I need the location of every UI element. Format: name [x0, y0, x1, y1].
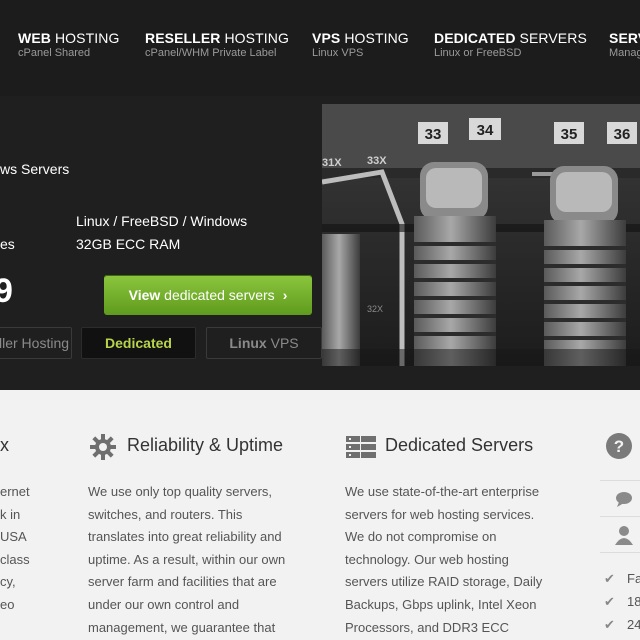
nav-subtitle: Linux or FreeBSD: [434, 47, 522, 59]
check-icon: ✔: [604, 594, 615, 609]
server-stack-icon: [346, 436, 376, 458]
feature-title-reliability: Reliability & Uptime: [127, 435, 284, 455]
hero-heading: ws Servers: [0, 161, 70, 177]
top-navigation: WEB HOSTING cPanel Shared RESELLER HOSTI…: [0, 0, 640, 96]
nav-item-web-hosting[interactable]: WEB HOSTING cPanel Shared: [18, 30, 119, 59]
nav-title: WEB HOSTING: [18, 30, 120, 46]
nav-subtitle: cPanel/WHM Private Label: [145, 47, 277, 59]
spec-os-value: Linux / FreeBSD / Windows: [76, 213, 248, 229]
svg-text:35: 35: [561, 126, 578, 143]
nav-subtitle: Linux VPS: [312, 47, 364, 59]
tab-dedicated[interactable]: Dedicated: [81, 327, 196, 359]
svg-text:36: 36: [614, 126, 631, 143]
nav-item-reseller-hosting[interactable]: RESELLER HOSTING cPanel/WHM Private Labe…: [145, 30, 289, 59]
server-cables-photo: 33 34 35 36 31X 33X 32X: [322, 104, 640, 366]
chat-bubble-icon: [616, 492, 632, 507]
port-code: 32X: [367, 304, 383, 314]
nav-subtitle: cPanel Shared: [18, 47, 91, 59]
question-circle-icon: ?: [606, 433, 632, 459]
ethernet-plug: [414, 162, 496, 366]
check-item: Fa: [627, 571, 640, 586]
view-dedicated-servers-button[interactable]: View dedicated servers ›: [104, 275, 312, 315]
nav-item-services[interactable]: SERV Manag: [609, 30, 640, 59]
spec-ram-value: 32GB ECC RAM: [76, 236, 181, 252]
nav-title: DEDICATED SERVERS: [434, 30, 587, 46]
spec-label: es: [0, 236, 15, 252]
nav-title: RESELLER HOSTING: [145, 30, 289, 46]
port-label: 36: [607, 122, 637, 144]
nav-title: VPS HOSTING: [312, 30, 409, 46]
feature-title: x: [0, 435, 9, 455]
hero-banner: ws Servers Linux / FreeBSD / Windows es …: [0, 96, 640, 390]
port-label: 34: [469, 118, 501, 140]
nav-title: SERV: [609, 30, 640, 46]
support-row-user[interactable]: [600, 516, 640, 552]
chevron-right-icon: ›: [282, 287, 288, 303]
svg-text:33: 33: [425, 126, 442, 143]
features-section: x ernet k in USA class cy, eo Reliabilit…: [0, 390, 640, 640]
port-label: 33: [418, 122, 448, 144]
check-icon: ✔: [604, 617, 615, 632]
check-item: 18: [627, 594, 640, 609]
price: 9: [0, 272, 13, 310]
check-item: 24: [627, 617, 640, 632]
nav-subtitle: Manag: [609, 47, 640, 59]
feature-text-reliability: We use only top quality servers, switche…: [88, 484, 286, 635]
support-row-chat[interactable]: [600, 480, 640, 516]
feature-text-dedicated: We use state-of-the-art enterprise serve…: [345, 484, 543, 635]
ethernet-plug: [544, 166, 626, 366]
nav-item-dedicated-servers[interactable]: DEDICATED SERVERS Linux or FreeBSD: [434, 30, 587, 59]
svg-text:34: 34: [477, 122, 494, 139]
svg-text:?: ?: [614, 437, 624, 456]
feature-title-dedicated: Dedicated Servers: [385, 435, 534, 455]
nav-item-vps-hosting[interactable]: VPS HOSTING Linux VPS: [312, 30, 409, 59]
check-icon: ✔: [604, 571, 615, 586]
feature-text: ernet k in USA class cy, eo: [0, 484, 30, 612]
user-icon: [615, 526, 633, 545]
tab-reseller-hosting[interactable]: ller Hosting: [0, 327, 72, 359]
port-code: 33X: [367, 155, 387, 167]
tab-linux-vps[interactable]: Linux VPS: [206, 327, 322, 359]
gear-icon: [90, 434, 116, 460]
port-label: 35: [554, 122, 584, 144]
port-code: 31X: [322, 157, 342, 169]
